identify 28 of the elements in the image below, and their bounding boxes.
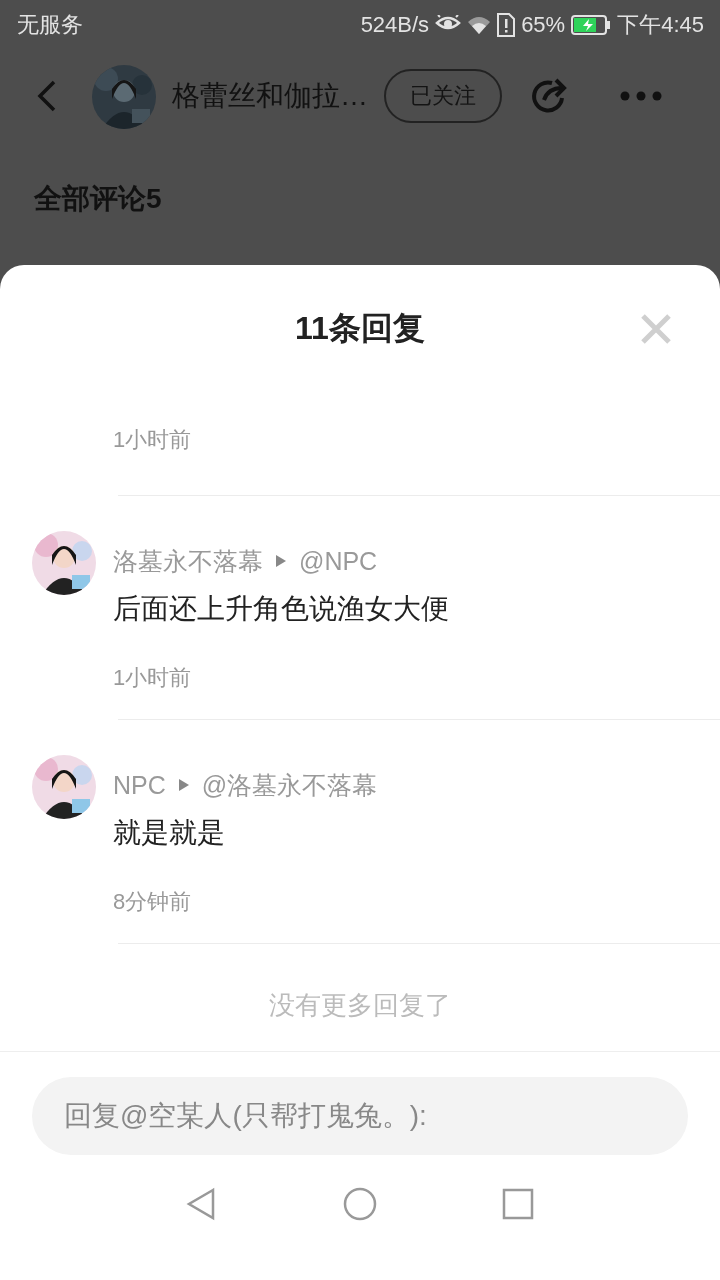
clock: 下午4:45 — [617, 11, 704, 39]
reply-text: 后面还上升角色说渔女大便 — [113, 593, 449, 625]
reply-time: 8分钟前 — [113, 888, 192, 916]
reply-author[interactable]: 洛墓永不落幕 — [113, 545, 263, 577]
battery-percent: 65% — [521, 12, 566, 38]
sim-alert-icon — [497, 13, 516, 37]
network-speed: 524B/s — [360, 12, 430, 38]
reply-text: 就是就是 — [113, 817, 225, 849]
more-icon[interactable] — [620, 91, 662, 101]
carrier-label: 无服务 — [17, 11, 83, 39]
recents-nav-icon[interactable] — [501, 1186, 535, 1221]
reply-input[interactable]: 回复@空某人(只帮打鬼兔。): — [32, 1077, 688, 1155]
close-icon[interactable] — [640, 313, 672, 345]
comments-heading: 全部评论5 — [33, 182, 162, 216]
reply-time: 1小时前 — [113, 426, 192, 454]
reply-arrow-icon — [177, 778, 190, 792]
reply-target[interactable]: @NPC — [299, 545, 378, 577]
reply-target[interactable]: @洛墓永不落幕 — [201, 769, 378, 801]
reply-time: 1小时前 — [113, 664, 192, 692]
page-title: 格蕾丝和伽拉… — [172, 79, 368, 113]
reply-author[interactable]: NPC — [113, 769, 166, 801]
battery-charging-icon — [571, 15, 612, 35]
sheet-title: 11条回复 — [295, 309, 425, 348]
no-more-replies: 没有更多回复了 — [269, 989, 451, 1022]
wifi-icon — [467, 15, 492, 35]
reply-arrow-icon — [275, 554, 287, 568]
follow-button[interactable]: 已关注 — [384, 69, 502, 123]
home-nav-icon[interactable] — [343, 1186, 377, 1221]
